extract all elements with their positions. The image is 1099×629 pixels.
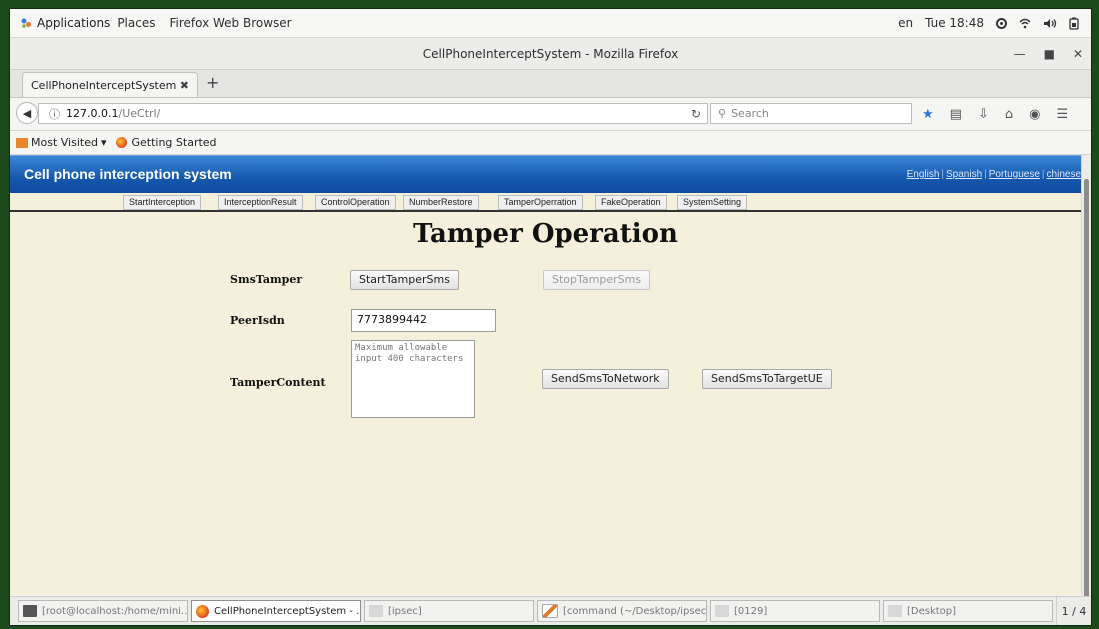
applications-icon	[21, 18, 31, 28]
folder-icon	[888, 605, 902, 617]
tab-label: CellPhoneInterceptSystem	[31, 78, 177, 92]
library-icon[interactable]: ▤	[950, 107, 962, 122]
task-label: [0129]	[734, 605, 768, 617]
site-title: Cell phone interception system	[24, 166, 232, 182]
start-tamper-sms-button[interactable]: StartTamperSms	[350, 270, 459, 290]
task-label: [root@localhost:/home/mini...	[42, 605, 188, 617]
task-0129[interactable]: [0129]	[710, 600, 880, 622]
bookmark-star-icon[interactable]: ★	[922, 107, 934, 122]
page-content: Cell phone interception system English | S…	[10, 155, 1081, 595]
language-indicator[interactable]: en	[898, 16, 913, 30]
lang-chinese-link[interactable]: chinese	[1047, 169, 1081, 180]
applications-label: Applications	[37, 16, 111, 30]
menu-interception-result[interactable]: InterceptionResult	[218, 195, 303, 210]
most-visited-bookmark[interactable]: Most Visited ▾	[16, 136, 106, 149]
os-top-bar: Applications Places Firefox Web Browser …	[10, 9, 1091, 38]
firefox-icon	[196, 604, 209, 618]
search-icon: ⚲	[718, 107, 727, 120]
lang-spanish-link[interactable]: Spanish	[946, 169, 982, 180]
menu-system-setting[interactable]: SystemSetting	[677, 195, 748, 210]
window-list-taskbar: [root@localhost:/home/mini... CellPhoneI…	[10, 596, 1091, 625]
stop-tamper-sms-button[interactable]: StopTamperSms	[543, 270, 651, 290]
back-button[interactable]: ◀	[16, 102, 38, 124]
task-label: [command (~/Desktop/ipsec...	[563, 605, 707, 617]
getting-started-label: Getting Started	[131, 136, 217, 149]
send-sms-to-target-ue-button[interactable]: SendSmsToTargetUE	[702, 369, 832, 389]
menu-control-operation[interactable]: ControlOperation	[315, 195, 396, 210]
info-icon[interactable]: ⓘ	[49, 106, 60, 122]
applications-menu[interactable]: Applications	[10, 16, 110, 30]
close-window-button[interactable]: ✕	[1073, 47, 1083, 61]
menu-start-interception[interactable]: StartInterception	[123, 195, 202, 210]
lang-portuguese-link[interactable]: Portuguese	[989, 169, 1040, 180]
task-label: [ipsec]	[388, 605, 422, 617]
scrollbar-thumb[interactable]	[1084, 179, 1089, 599]
tab-cellphone[interactable]: CellPhoneInterceptSystem ✖	[22, 72, 198, 97]
tab-strip: CellPhoneInterceptSystem ✖ +	[10, 70, 1091, 98]
menu-number-restore[interactable]: NumberRestore	[403, 195, 479, 210]
hamburger-menu-icon[interactable]: ☰	[1056, 107, 1068, 122]
page-scrollbar[interactable]	[1081, 155, 1091, 599]
reload-icon[interactable]: ↻	[691, 107, 701, 121]
folder-icon	[715, 605, 729, 617]
chevron-down-icon: ▾	[100, 136, 107, 149]
close-tab-icon[interactable]: ✖	[180, 79, 189, 92]
peer-isdn-input[interactable]: 7773899442	[351, 309, 496, 332]
page-title: Tamper Operation	[413, 219, 678, 249]
task-terminal[interactable]: [root@localhost:/home/mini...	[18, 600, 188, 622]
send-sms-to-network-button[interactable]: SendSmsToNetwork	[542, 369, 669, 389]
search-input[interactable]: ⚲ Search	[710, 103, 912, 124]
pocket-icon[interactable]: ◉	[1029, 107, 1040, 122]
site-menu: StartInterception InterceptionResult Con…	[10, 193, 1081, 210]
window-title: CellPhoneInterceptSystem - Mozilla Firef…	[422, 46, 679, 61]
back-arrow-icon: ◀	[22, 106, 32, 120]
app-menu[interactable]: Firefox Web Browser	[162, 16, 298, 30]
language-links: English | Spanish | Portuguese | chinese	[906, 169, 1081, 180]
most-visited-label: Most Visited	[31, 136, 98, 149]
power-icon[interactable]	[1069, 17, 1079, 30]
volume-icon[interactable]	[1043, 18, 1057, 29]
task-ipsec[interactable]: [ipsec]	[364, 600, 534, 622]
bookmarks-bar: Most Visited ▾ Getting Started	[10, 131, 1091, 155]
text-editor-icon	[542, 604, 558, 618]
firefox-icon	[116, 137, 128, 148]
sms-tamper-label: SmsTamper	[230, 273, 303, 286]
terminal-icon	[23, 605, 37, 617]
url-host: 127.0.0.1	[66, 107, 119, 120]
task-label: [Desktop]	[907, 605, 957, 617]
search-placeholder: Search	[731, 107, 769, 120]
tamper-content-label: TamperContent	[230, 376, 326, 389]
folder-icon	[16, 137, 28, 148]
menu-fake-operation[interactable]: FakeOperation	[595, 195, 667, 210]
url-bar[interactable]: ⓘ 127.0.0.1 /UeCtrl/ ↻	[38, 103, 708, 124]
desktop-screen: Applications Places Firefox Web Browser …	[9, 8, 1092, 626]
site-banner: Cell phone interception system English | S…	[10, 155, 1081, 193]
tamper-panel: Tamper Operation SmsTamper StartTamperSm…	[10, 210, 1081, 595]
minimize-button[interactable]: —	[1014, 47, 1026, 61]
folder-icon	[369, 605, 383, 617]
workspace-pager[interactable]: 1 / 4	[1056, 597, 1091, 625]
getting-started-bookmark[interactable]: Getting Started	[116, 136, 217, 149]
menu-tamper-operation[interactable]: TamperOperration	[498, 195, 583, 210]
new-tab-button[interactable]: +	[206, 73, 219, 92]
task-label: CellPhoneInterceptSystem - ...	[214, 605, 361, 617]
navigation-bar: ◀ ⓘ 127.0.0.1 /UeCtrl/ ↻ ⚲ Search ★ ▤ ⇩ …	[10, 98, 1091, 131]
task-firefox[interactable]: CellPhoneInterceptSystem - ...	[191, 600, 361, 622]
wifi-icon[interactable]	[1019, 18, 1031, 29]
maximize-button[interactable]: ■	[1044, 47, 1055, 61]
download-icon[interactable]: ⇩	[978, 107, 989, 122]
places-menu[interactable]: Places	[110, 16, 162, 30]
peer-isdn-label: PeerIsdn	[230, 314, 285, 327]
record-icon[interactable]	[996, 17, 1007, 29]
clock[interactable]: Tue 18:48	[925, 16, 984, 30]
url-path: /UeCtrl/	[118, 107, 161, 120]
lang-english-link[interactable]: English	[907, 169, 940, 180]
tamper-content-textarea[interactable]: Maximum allowable input 400 characters	[351, 340, 475, 418]
window-titlebar: CellPhoneInterceptSystem - Mozilla Firef…	[10, 38, 1091, 70]
task-command[interactable]: [command (~/Desktop/ipsec...	[537, 600, 707, 622]
home-icon[interactable]: ⌂	[1005, 107, 1013, 122]
task-desktop[interactable]: [Desktop]	[883, 600, 1053, 622]
